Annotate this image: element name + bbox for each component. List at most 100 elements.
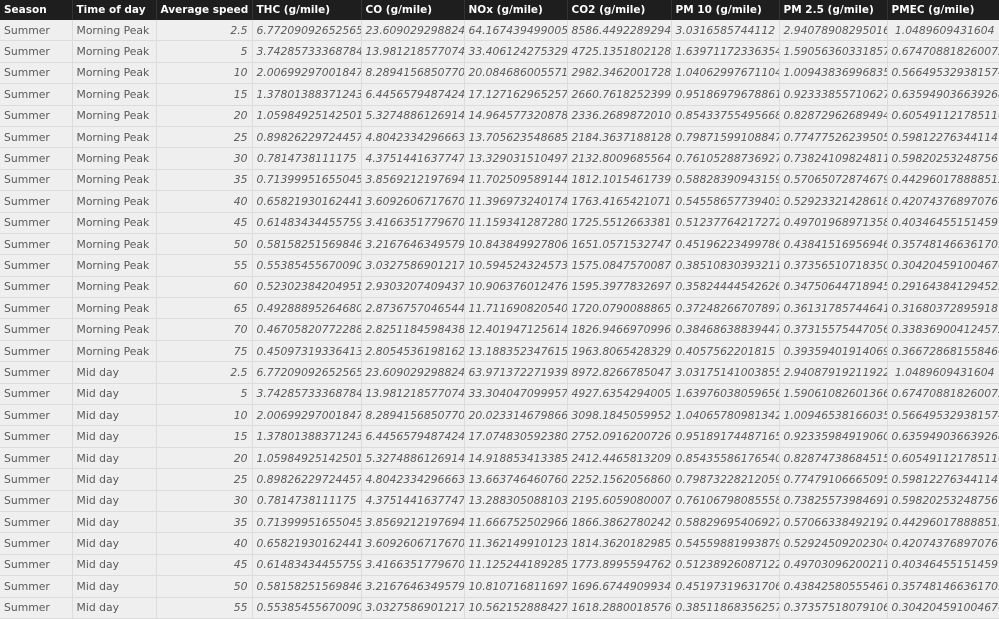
- table-cell: 0.713999516550451: [252, 169, 362, 192]
- table-row[interactable]: Summer Morning Peak 25 0.898262297244576 4.8…: [0, 126, 999, 149]
- table-cell: 0.31680372895918: [887, 297, 999, 320]
- table-cell: 1.00946538166035: [779, 404, 888, 427]
- table-row[interactable]: Summer Morning Peak 40 0.658219301624419 3.6…: [0, 190, 999, 213]
- table-row[interactable]: Summer Morning Peak 10 2.00699297001847 8.28…: [0, 62, 999, 85]
- table-cell: 2.00699297001847: [252, 62, 362, 85]
- column-header[interactable]: PM 2.5 (g/mile): [779, 0, 888, 20]
- table-cell: 0.393594019140697: [779, 340, 888, 363]
- table-cell: 1763.41654210717: [567, 190, 672, 213]
- table-row[interactable]: Summer Morning Peak 70 0.467058207722881 2.8…: [0, 318, 999, 341]
- table-row[interactable]: Summer Morning Peak 35 0.713999516550451 3.8…: [0, 169, 999, 192]
- table-row[interactable]: Summer Morning Peak 30 0.7814738111175 4.375…: [0, 147, 999, 170]
- table-row[interactable]: Summer Morning Peak 50 0.581582515698466 3.2…: [0, 233, 999, 256]
- table-cell: 2752.09162007261: [567, 425, 672, 448]
- table-cell: 2.5: [156, 361, 253, 384]
- table-cell: 33.4061242753296: [464, 40, 568, 63]
- table-row[interactable]: Summer Mid day 25 0.898262297244576 4.804233…: [0, 468, 999, 491]
- table-cell: 11.6667525029661: [464, 511, 568, 534]
- table-cell: 0.588283909431599: [671, 169, 780, 192]
- table-row[interactable]: Summer Morning Peak 20 1.05984925142501 5.32…: [0, 105, 999, 127]
- table-cell: Summer: [0, 169, 73, 192]
- table-cell: Mid day: [72, 554, 157, 577]
- column-header[interactable]: CO (g/mile): [361, 0, 465, 20]
- table-cell: Mid day: [72, 468, 157, 491]
- table-cell: 4.8042334296663: [361, 468, 465, 491]
- table-cell: 1.0489609431604: [887, 20, 999, 42]
- table-cell: 0.828747386845156: [779, 447, 888, 470]
- table-cell: 35: [156, 169, 253, 192]
- table-row[interactable]: Summer Morning Peak 15 1.37801388371243 6.44…: [0, 83, 999, 106]
- table-row[interactable]: Summer Mid day 30 0.7814738111175 4.37514416…: [0, 490, 999, 512]
- table-cell: Summer: [0, 83, 73, 106]
- table-row[interactable]: Summer Mid day 55 0.553854556700906 3.032758…: [0, 597, 999, 619]
- table-cell: 0.438415169569467: [779, 233, 888, 256]
- table-cell: 11.3621499101234: [464, 532, 568, 555]
- table-cell: 2.80545361981628: [361, 340, 465, 363]
- column-header[interactable]: PMEC (g/mile): [887, 0, 999, 20]
- table-cell: Morning Peak: [72, 83, 157, 106]
- table-cell: 3.85692121976941: [361, 511, 465, 534]
- table-cell: 0.923338557106274: [779, 83, 888, 106]
- table-cell: 0.614834344557591: [252, 212, 362, 234]
- table-cell: 0.674708818260073: [887, 40, 999, 63]
- table-row[interactable]: Summer Morning Peak 55 0.553854556700906 3.0…: [0, 254, 999, 277]
- table-row[interactable]: Summer Morning Peak 60 0.523023842049515 2.9…: [0, 276, 999, 299]
- table-cell: 0.384686388394477: [671, 318, 780, 341]
- table-cell: 1.05984925142501: [252, 105, 362, 127]
- table-row[interactable]: Summer Morning Peak 65 0.492888952646806 2.8…: [0, 297, 999, 320]
- table-cell: 0.658219301624419: [252, 532, 362, 555]
- table-row[interactable]: Summer Morning Peak 45 0.614834344557591 3.4…: [0, 212, 999, 234]
- table-cell: 0.438425805554618: [779, 575, 888, 598]
- table-row[interactable]: Summer Mid day 20 1.05984925142501 5.3274886…: [0, 447, 999, 470]
- table-cell: Morning Peak: [72, 126, 157, 149]
- column-header[interactable]: Season: [0, 0, 73, 20]
- table-cell: 1826.94669709962: [567, 318, 672, 341]
- table-cell: 0.923359849190608: [779, 425, 888, 448]
- table-cell: Morning Peak: [72, 105, 157, 127]
- column-header[interactable]: NOx (g/mile): [464, 0, 568, 20]
- table-cell: 0.291643841294523: [887, 276, 999, 299]
- table-cell: 11.1252441892853: [464, 554, 568, 577]
- table-cell: 0.553854556700906: [252, 597, 362, 619]
- table-cell: 3.41663517796708: [361, 554, 465, 577]
- table-cell: 3.60926067176701: [361, 532, 465, 555]
- table-cell: 63.9713722719392: [464, 361, 568, 384]
- table-cell: 13.288305088103: [464, 490, 568, 512]
- table-cell: 0.529245092023041: [779, 532, 888, 555]
- table-cell: 0.545598819938793: [671, 532, 780, 555]
- table-cell: 0.798732282120593: [671, 468, 780, 491]
- table-row[interactable]: Summer Mid day 35 0.713999516550451 3.856921…: [0, 511, 999, 534]
- table-cell: 1.37801388371243: [252, 425, 362, 448]
- table-row[interactable]: Summer Mid day 40 0.658219301624419 3.609260…: [0, 532, 999, 555]
- table-row[interactable]: Summer Mid day 5 3.74285733368784 13.9812185…: [0, 383, 999, 406]
- table-row[interactable]: Summer Mid day 10 2.00699297001847 8.2894156…: [0, 404, 999, 427]
- table-row[interactable]: Summer Mid day 45 0.614834344557591 3.416635…: [0, 554, 999, 577]
- column-header[interactable]: Time of day: [72, 0, 157, 20]
- column-header[interactable]: PM 10 (g/mile): [671, 0, 780, 20]
- table-row[interactable]: Summer Morning Peak 75 0.450973193364139 2.8…: [0, 340, 999, 363]
- table-row[interactable]: Summer Mid day 2.5 6.77209092652565 23.60902…: [0, 361, 999, 384]
- table-row[interactable]: Summer Morning Peak 5 3.74285733368784 13.98…: [0, 40, 999, 63]
- column-header[interactable]: Average speed: [156, 0, 253, 20]
- table-cell: 1651.0571532747: [567, 233, 672, 256]
- table-cell: Mid day: [72, 404, 157, 427]
- table-cell: 8.28941568507703: [361, 62, 465, 85]
- table-cell: 0.451962234997867: [671, 233, 780, 256]
- table-cell: 30: [156, 490, 253, 512]
- column-header[interactable]: CO2 (g/mile): [567, 0, 672, 20]
- table-cell: 0.523023842049515: [252, 276, 362, 299]
- table-cell: 2.82511845984385: [361, 318, 465, 341]
- table-cell: 0.774791066650955: [779, 468, 888, 491]
- table-cell: 0.529233214286187: [779, 190, 888, 213]
- table-cell: 0.373565107183504: [779, 254, 888, 277]
- table-cell: Morning Peak: [72, 297, 157, 320]
- table-cell: 50: [156, 233, 253, 256]
- column-header[interactable]: THC (g/mile): [252, 0, 362, 20]
- table-row[interactable]: Summer Morning Peak 2.5 6.77209092652565 23.…: [0, 20, 999, 42]
- table-row[interactable]: Summer Mid day 15 1.37801388371243 6.4456579…: [0, 425, 999, 448]
- table-cell: 12.4019471256145: [464, 318, 568, 341]
- table-cell: 10: [156, 404, 253, 427]
- table-cell: 0.614834344557591: [252, 554, 362, 577]
- table-cell: Summer: [0, 597, 73, 619]
- table-row[interactable]: Summer Mid day 50 0.581582515698466 3.216764…: [0, 575, 999, 598]
